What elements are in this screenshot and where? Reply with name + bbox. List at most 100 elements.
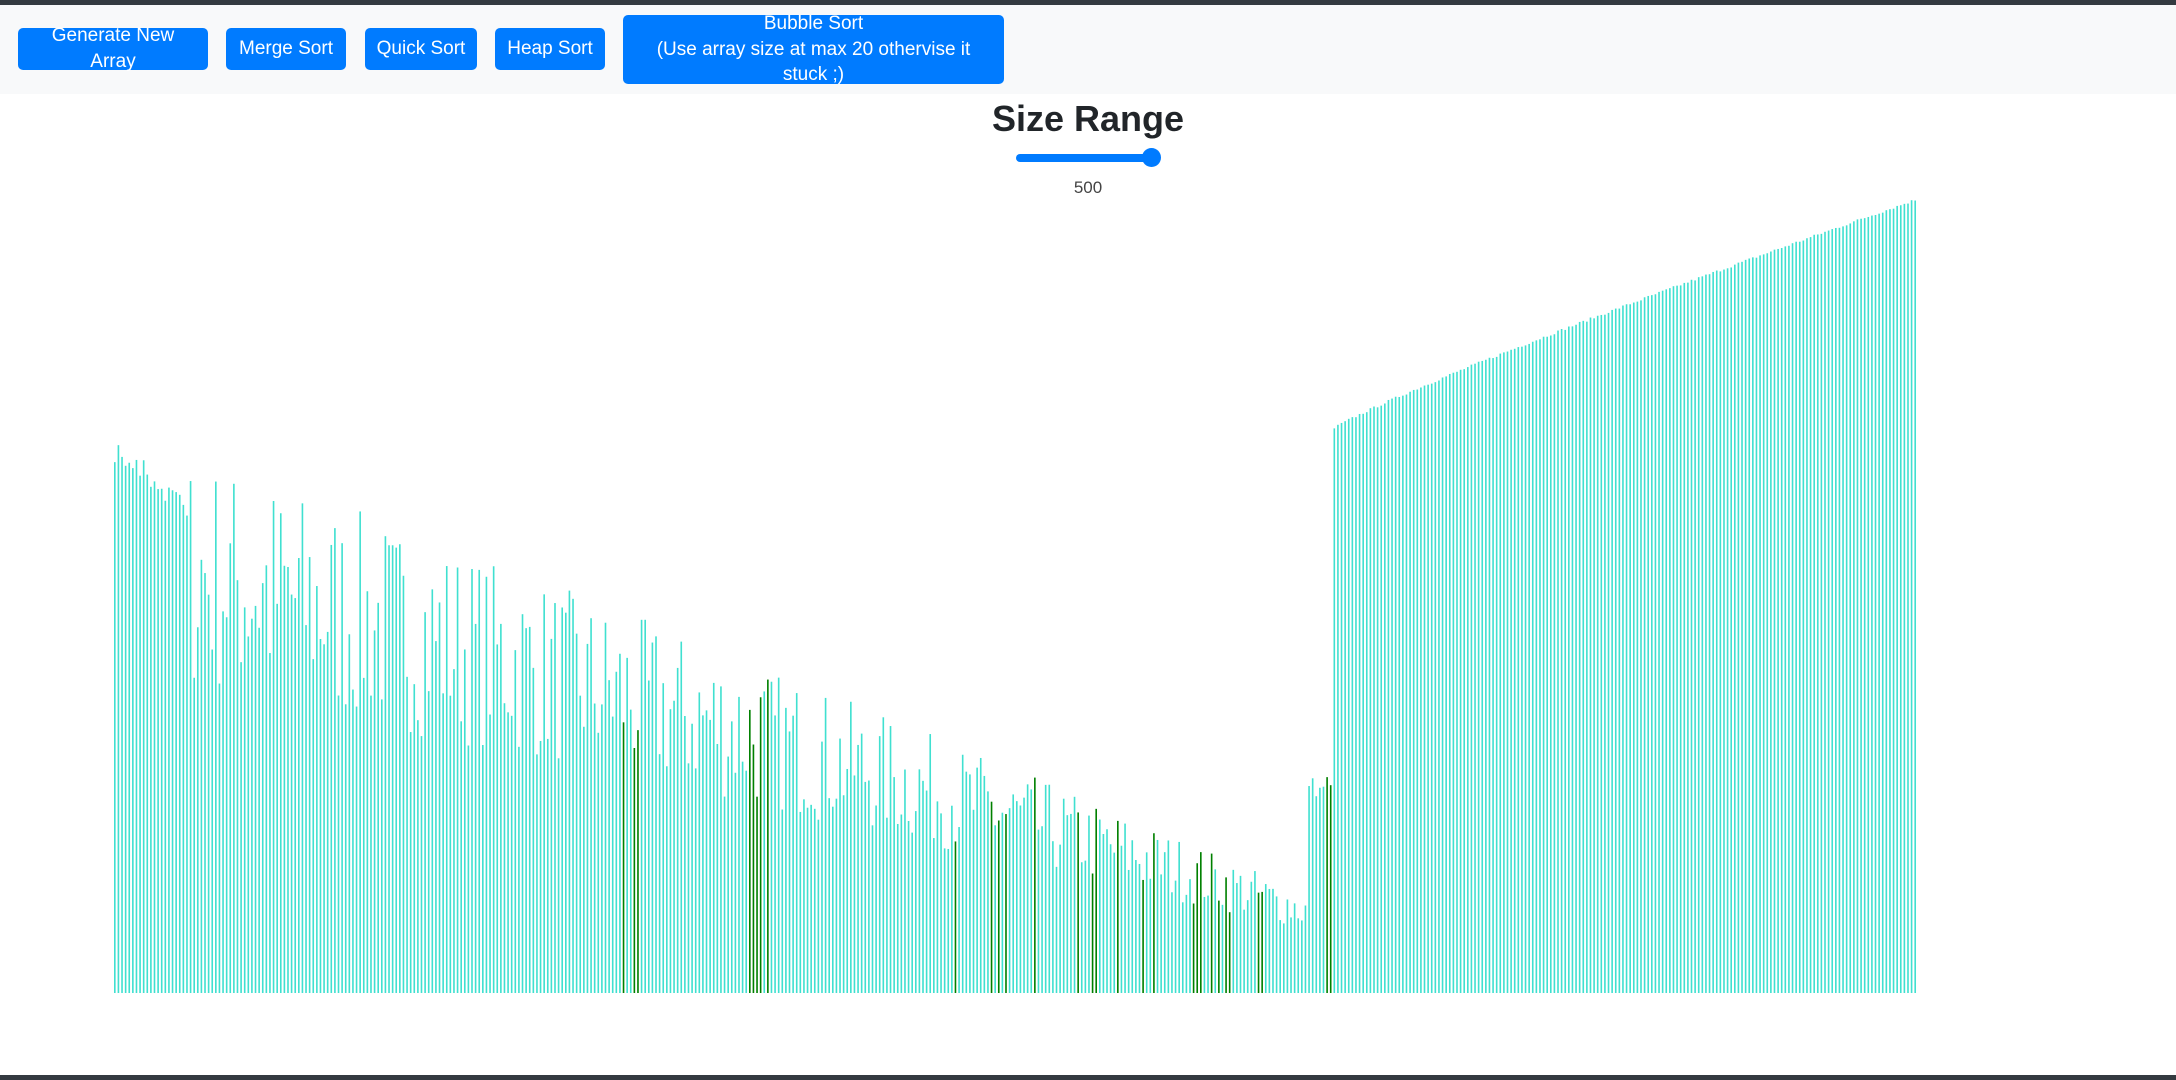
array-bar (196, 627, 199, 993)
array-bar (1189, 879, 1191, 993)
array-bar (1474, 363, 1476, 993)
array-bar (215, 481, 217, 993)
array-bar (471, 569, 473, 993)
array-bar (1899, 205, 1902, 993)
array-bar (1863, 218, 1866, 993)
array-bar (409, 732, 412, 993)
array-bar (1622, 305, 1624, 993)
array-bar (218, 683, 221, 993)
array-bar (132, 468, 134, 993)
array-bar (1106, 829, 1108, 993)
array-bar (114, 462, 116, 993)
array-bar (496, 644, 499, 993)
array-bar (1080, 862, 1083, 993)
array-bar (1665, 289, 1668, 994)
array-bar (420, 736, 423, 993)
array-bar (1127, 869, 1130, 993)
array-bar (1809, 237, 1812, 994)
array-bar (813, 808, 816, 993)
array-bar (1448, 373, 1451, 994)
array-bar (1557, 330, 1559, 993)
array-bar (1802, 240, 1805, 994)
array-bar (979, 757, 982, 993)
array-bar (958, 827, 960, 993)
array-bar (933, 838, 935, 993)
array-bar (175, 492, 177, 993)
array-bar (482, 745, 484, 993)
array-bar (1824, 231, 1826, 993)
array-bar (1394, 396, 1397, 994)
array-bar (1369, 408, 1372, 993)
array-bar (1578, 321, 1581, 993)
array-bar (1225, 877, 1227, 993)
array-bar (395, 547, 398, 993)
array-bar (366, 591, 369, 993)
array-bar (741, 761, 744, 993)
array-bar (647, 680, 650, 993)
array-bar (1261, 891, 1263, 993)
array-bar (828, 798, 830, 993)
array-bar (1838, 227, 1841, 993)
array-bar (803, 799, 805, 993)
array-bar (1503, 352, 1505, 993)
array-bar (911, 832, 913, 993)
array-bar (734, 772, 737, 993)
array-bar (1095, 808, 1097, 993)
array-bar (831, 806, 834, 993)
array-bar (792, 715, 794, 993)
array-bar (1816, 234, 1819, 993)
array-bar (1286, 899, 1289, 993)
array-bar (1553, 334, 1556, 993)
array-bar (171, 490, 174, 993)
array-bar (478, 569, 481, 993)
array-bar (1084, 860, 1087, 993)
array-bar (1470, 364, 1473, 993)
array-bar (399, 544, 401, 993)
array-bar (604, 622, 607, 993)
array-bar (882, 717, 885, 993)
array-bar (1333, 428, 1336, 993)
array-bar (1676, 285, 1678, 993)
array-bar (1041, 826, 1043, 993)
array-bar (767, 679, 769, 993)
array-bar (1337, 424, 1339, 993)
array-bar (821, 741, 823, 993)
array-bar (709, 719, 711, 993)
array-bar (301, 503, 304, 993)
array-bar (1452, 372, 1455, 993)
array-bar (1784, 246, 1787, 993)
array-bar (1607, 312, 1610, 993)
array-bar (388, 545, 390, 993)
array-bar (1766, 253, 1769, 993)
array-bar (1117, 820, 1119, 993)
array-bar (1402, 395, 1404, 993)
array-bar (1600, 314, 1603, 994)
array-bar (539, 740, 542, 993)
array-bar (157, 489, 159, 993)
array-bar (853, 775, 856, 993)
array-bar (319, 638, 322, 993)
array-bar (1712, 271, 1714, 994)
array-bar (1687, 282, 1689, 993)
array-bar (1210, 853, 1213, 993)
array-bar (1896, 205, 1898, 993)
array-bar (279, 513, 282, 993)
array-bar (1907, 203, 1909, 994)
array-bar (1481, 360, 1484, 993)
array-bar (139, 475, 141, 993)
array-bar (1723, 269, 1725, 993)
array-bar (334, 528, 336, 993)
array-bar (579, 695, 582, 993)
array-bar (752, 744, 755, 993)
array-bar (1690, 279, 1693, 993)
array-bar (871, 825, 874, 993)
array-bar (200, 559, 203, 993)
array-bar (626, 657, 628, 993)
array-bar (590, 618, 592, 993)
array-bar (575, 633, 578, 993)
array-bar (994, 825, 996, 993)
array-bar (117, 445, 120, 993)
array-bar (1658, 291, 1660, 993)
array-bar (233, 483, 235, 993)
array-bar (712, 682, 715, 993)
